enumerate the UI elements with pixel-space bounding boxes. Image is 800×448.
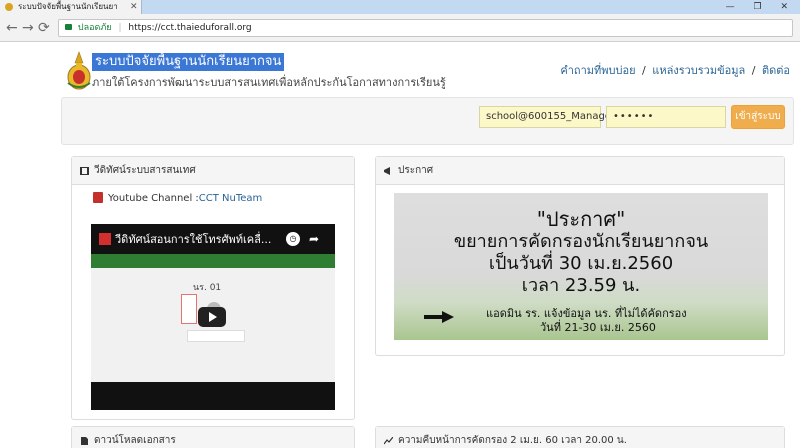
- announcement-panel-title: ประกาศ: [398, 165, 434, 176]
- announcement-line-2: ขยายการคัดกรองนักเรียนยากจน: [453, 231, 709, 252]
- site-favicon-icon: [5, 3, 13, 11]
- progress-panel: ความคืบหน้าการคัดกรอง 2 เม.ย. 60 เวลา 20…: [375, 426, 785, 448]
- play-icon: [209, 312, 217, 322]
- forward-arrow-icon[interactable]: →: [22, 19, 34, 37]
- video-title: วีดิทัศน์สอนการใช้โทรศัพท์เคลื่...: [99, 232, 271, 248]
- address-bar[interactable]: ปลอดภัย | https://cct.thaieduforall.org: [58, 19, 793, 37]
- progress-panel-title: ความคืบหน้าการคัดกรอง 2 เม.ย. 60 เวลา 20…: [398, 435, 627, 446]
- youtube-channel-prefix: Youtube Channel :: [108, 193, 199, 204]
- thumbnail-form-box: [187, 330, 245, 342]
- data-sources-link[interactable]: แหล่งรวบรวมข้อมูล: [652, 64, 745, 77]
- tab-close-icon[interactable]: ✕: [130, 0, 138, 14]
- video-panel-heading: วีดิทัศน์ระบบสารสนเทศ: [72, 157, 354, 185]
- download-panel: ดาวน์โหลดเอกสาร: [71, 426, 355, 448]
- youtube-channel-row: Youtube Channel :CCT NuTeam: [93, 192, 262, 205]
- reload-icon[interactable]: ⟳: [38, 19, 50, 37]
- download-panel-title: ดาวน์โหลดเอกสาร: [94, 435, 176, 446]
- line-chart-icon: [384, 437, 393, 445]
- right-arrow-icon: [424, 311, 454, 323]
- announcement-note-1: แอดมิน รร. แจ้งข้อมูล นร. ที่ไม่ได้คัดกร…: [486, 307, 687, 320]
- secure-label: ปลอดภัย: [77, 23, 112, 33]
- youtube-channel-link[interactable]: CCT NuTeam: [199, 193, 263, 204]
- video-panel-title: วีดิทัศน์ระบบสารสนเทศ: [94, 165, 196, 176]
- bullhorn-icon: [384, 167, 390, 175]
- channel-avatar-icon: [99, 233, 111, 245]
- url-text: https://cct.thaieduforall.org: [128, 23, 252, 33]
- announcement-line-1: "ประกาศ": [536, 207, 626, 231]
- announcement-line-4: เวลา 23.59 น.: [521, 275, 641, 296]
- faq-link[interactable]: คำถามที่พบบ่อย: [560, 64, 635, 77]
- school-emblem-logo: [67, 51, 91, 90]
- browser-tab[interactable]: ระบบปัจจัยพื้นฐานนักเรียนยา ✕: [0, 0, 142, 14]
- thumbnail-app-bar: [91, 254, 335, 268]
- download-panel-heading: ดาวน์โหลดเอกสาร: [72, 427, 354, 448]
- share-icon[interactable]: ➦: [309, 231, 319, 247]
- announcement-note-2: วันที่ 21-30 เม.ย. 2560: [540, 321, 656, 334]
- window-controls[interactable]: — ❐ ✕: [726, 0, 796, 14]
- video-title-text: วีดิทัศน์สอนการใช้โทรศัพท์เคลื่...: [115, 233, 272, 246]
- page-title: ระบบปัจจัยพื้นฐานนักเรียนยากจน: [92, 53, 285, 71]
- lock-icon: [65, 24, 72, 30]
- username-field[interactable]: school@600155_Manager: [479, 106, 615, 128]
- browser-tab-strip: ระบบปัจจัยพื้นฐานนักเรียนยา ✕ — ❐ ✕: [0, 0, 800, 14]
- youtube-icon: [93, 192, 103, 203]
- announcement-panel-heading: ประกาศ: [376, 157, 784, 185]
- file-icon: [81, 437, 88, 445]
- thumbnail-label: นร. 01: [193, 283, 222, 293]
- back-arrow-icon[interactable]: ←: [6, 19, 18, 37]
- announcement-banner: "ประกาศ" ขยายการคัดกรองนักเรียนยากจน เป็…: [394, 193, 768, 340]
- login-button[interactable]: เข้าสู่ระบบ: [731, 105, 785, 129]
- link-separator: /: [751, 64, 756, 77]
- contact-link[interactable]: ติดต่อ: [762, 64, 790, 77]
- progress-panel-heading: ความคืบหน้าการคัดกรอง 2 เม.ย. 60 เวลา 20…: [376, 427, 784, 448]
- password-field[interactable]: ••••••: [606, 106, 726, 128]
- tab-title: ระบบปัจจัยพื้นฐานนักเรียนยา: [18, 2, 118, 11]
- top-nav-links: คำถามที่พบบ่อย / แหล่งรวบรวมข้อมูล / ติด…: [560, 63, 790, 79]
- thumbnail-card-icon: [181, 294, 197, 324]
- play-button[interactable]: [198, 307, 226, 327]
- clock-icon[interactable]: ◷: [286, 232, 300, 246]
- announcement-line-3: เป็นวันที่ 30 เม.ย.2560: [488, 253, 674, 274]
- film-icon: [80, 167, 89, 175]
- address-toolbar: ← → ⟳ ปลอดภัย | https://cct.thaieduforal…: [0, 14, 800, 42]
- page-subtitle: ภายใต้โครงการพัฒนาระบบสารสนเทศเพื่อหลักป…: [92, 76, 446, 89]
- omnibox-separator: |: [118, 23, 122, 33]
- link-separator: /: [642, 64, 646, 77]
